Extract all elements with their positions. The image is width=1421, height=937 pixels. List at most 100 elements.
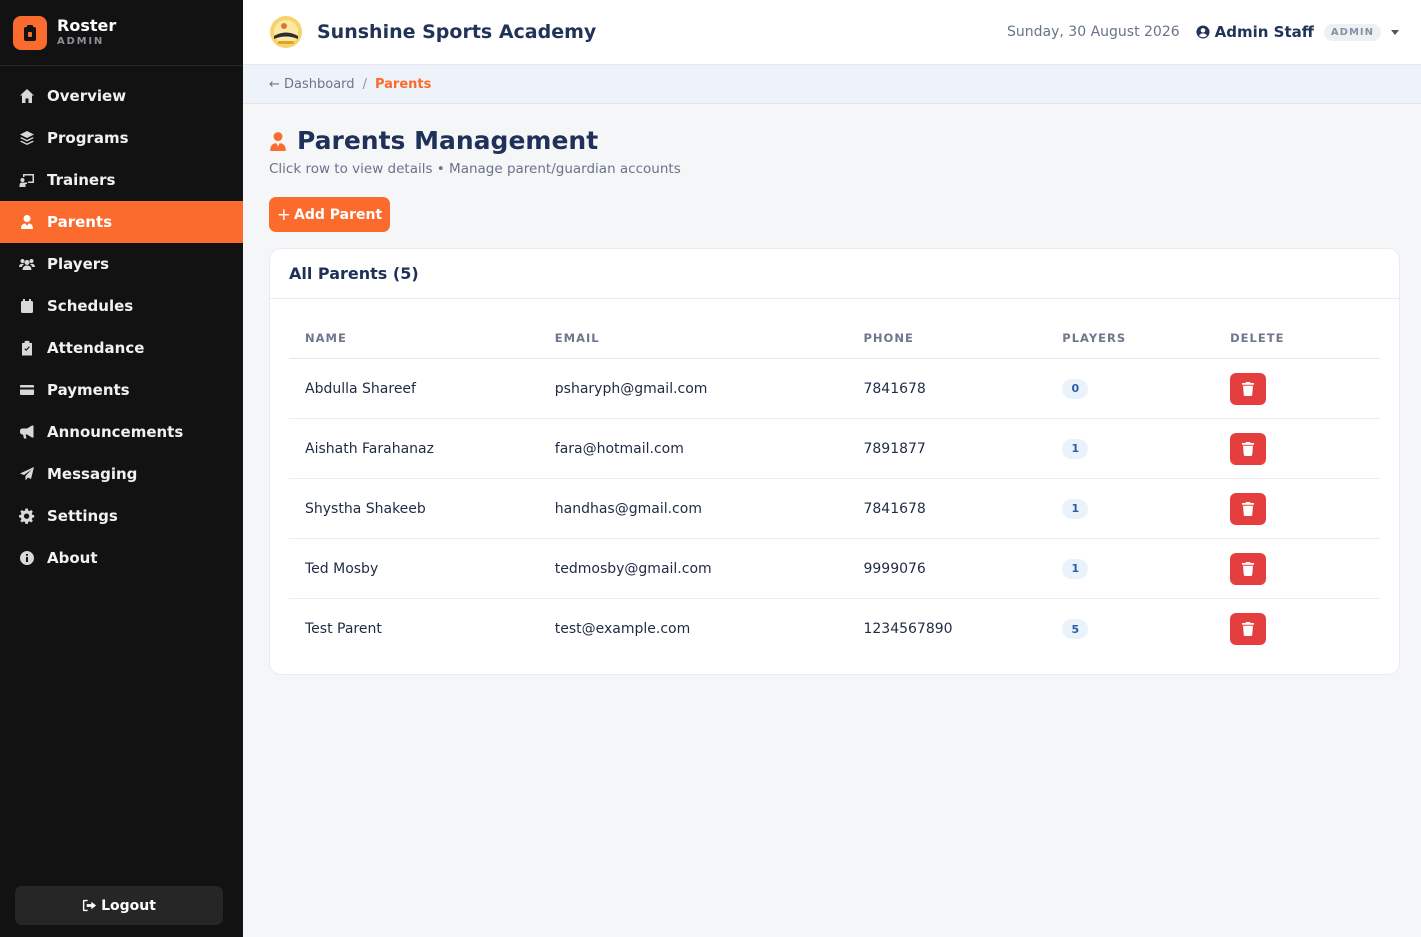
trash-icon [1242,622,1255,636]
sidebar-item-label: Settings [47,507,118,525]
sidebar-item-attendance[interactable]: Attendance [0,327,243,369]
sidebar-item-parents[interactable]: Parents [0,201,243,243]
trash-icon [1242,501,1255,516]
column-header-name: NAME [305,330,347,345]
players-count-badge: 1 [1062,558,1089,579]
card-title: All Parents (5) [270,249,1399,299]
sidebar-item-label: Schedules [47,297,134,315]
column-header-players: PLAYERS [1062,330,1127,345]
table-header: NAME EMAIL PHONE PLAYERS DELETE [289,317,1380,359]
sidebar-item-label: Announcements [47,423,184,441]
breadcrumb-separator: / [362,76,367,92]
trash-icon [1242,561,1255,576]
brand-subtitle: ADMIN [57,36,105,47]
sidebar-item-about[interactable]: About [0,537,243,579]
user-tie-icon [270,131,286,151]
sidebar-item-settings[interactable]: Settings [0,495,243,537]
user-circle-icon [1196,25,1210,39]
academy-logo [270,16,302,48]
sidebar-item-label: Programs [47,129,129,147]
parent-phone: 7891877 [863,440,926,457]
credit-card-icon [18,381,36,399]
home-icon [18,87,36,105]
layers-icon [18,129,36,147]
parent-email: psharyph@gmail.com [554,380,708,397]
sidebar-item-programs[interactable]: Programs [0,117,243,159]
clipboard-check-icon [18,339,36,357]
sidebar-item-label: Players [47,255,110,273]
sign-out-icon [83,899,97,912]
parent-name: Test Parent [305,621,382,637]
sidebar-item-label: Messaging [47,465,138,483]
column-header-delete: DELETE [1230,330,1285,345]
logout-button[interactable]: Logout [15,886,223,925]
parent-phone: 9999076 [863,560,926,577]
plus-icon: + [276,204,292,225]
parent-phone: 7841678 [863,500,926,517]
sidebar-item-schedules[interactable]: Schedules [0,285,243,327]
parent-name: Abdulla Shareef [305,380,416,397]
academy-name: Sunshine Sports Academy [317,21,597,43]
parent-name: Aishath Farahanaz [305,440,434,457]
main-content: Parents Management Click row to view det… [269,104,1400,675]
column-header-phone: PHONE [863,330,914,345]
paper-plane-icon [18,465,36,483]
top-bar: Sunshine Sports Academy Sunday, 30 Augus… [243,0,1421,65]
delete-button[interactable] [1230,372,1267,405]
user-name: Admin Staff [1214,23,1314,41]
brand: Roster ADMIN [0,0,243,66]
table-row[interactable]: Aishath Farahanaz fara@hotmail.com 78918… [289,419,1380,479]
brand-title: Roster [57,16,117,35]
page-title-text: Parents Management [297,126,599,155]
page-subtitle: Click row to view details • Manage paren… [269,161,681,177]
sidebar-item-trainers[interactable]: Trainers [0,159,243,201]
sidebar-item-announcements[interactable]: Announcements [0,411,243,453]
breadcrumb-dashboard-link[interactable]: ← Dashboard [269,77,355,92]
delete-button[interactable] [1230,432,1267,465]
sidebar-item-messaging[interactable]: Messaging [0,453,243,495]
add-parent-button[interactable]: + Add Parent [269,197,390,232]
delete-button[interactable] [1230,613,1267,645]
sidebar-item-label: Parents [47,213,113,231]
user-tie-icon [18,213,36,231]
sidebar-item-players[interactable]: Players [0,243,243,285]
parent-email: handhas@gmail.com [554,500,702,517]
parent-phone: 7841678 [863,380,926,397]
table-row[interactable]: Test Parent test@example.com 1234567890 … [289,599,1380,659]
sidebar-item-label: Trainers [47,171,116,189]
table-row[interactable]: Abdulla Shareef psharyph@gmail.com 78416… [289,359,1380,419]
players-count-badge: 0 [1062,378,1089,399]
parents-table: NAME EMAIL PHONE PLAYERS DELETE Abdulla … [289,317,1380,659]
parent-email: tedmosby@gmail.com [554,560,712,577]
table-row[interactable]: Ted Mosby tedmosby@gmail.com 9999076 1 [289,539,1380,599]
delete-button[interactable] [1230,492,1267,525]
info-circle-icon [18,549,36,567]
sidebar-item-label: Overview [47,87,127,105]
sidebar-item-payments[interactable]: Payments [0,369,243,411]
logout-label: Logout [101,897,156,914]
sidebar: Roster ADMIN Overview Programs Trainers … [0,0,243,937]
players-count-badge: 1 [1062,438,1089,459]
parent-email: fara@hotmail.com [554,440,684,457]
trash-icon [1242,381,1255,396]
chalkboard-teacher-icon [18,171,36,189]
players-count-badge: 1 [1062,498,1089,519]
clipboard-icon [13,15,47,50]
trash-icon [1242,441,1255,456]
page-title: Parents Management [269,126,1400,155]
delete-button[interactable] [1230,552,1267,585]
table-row[interactable]: Shystha Shakeeb handhas@gmail.com 784167… [289,479,1380,539]
breadcrumb-current: Parents [374,76,432,92]
sidebar-item-label: Attendance [47,339,145,357]
current-date: Sunday, 30 August 2026 [1007,24,1180,40]
chevron-down-icon[interactable] [1391,29,1399,35]
breadcrumb: ← Dashboard / Parents [243,65,1421,104]
sidebar-item-label: About [47,549,98,567]
sidebar-nav: Overview Programs Trainers Parents Playe… [0,75,243,579]
sidebar-item-overview[interactable]: Overview [0,75,243,117]
column-header-email: EMAIL [554,330,600,345]
bullhorn-icon [18,423,36,441]
gear-icon [18,507,36,525]
add-parent-label: Add Parent [294,206,383,223]
user-menu[interactable]: Admin Staff [1196,23,1314,41]
